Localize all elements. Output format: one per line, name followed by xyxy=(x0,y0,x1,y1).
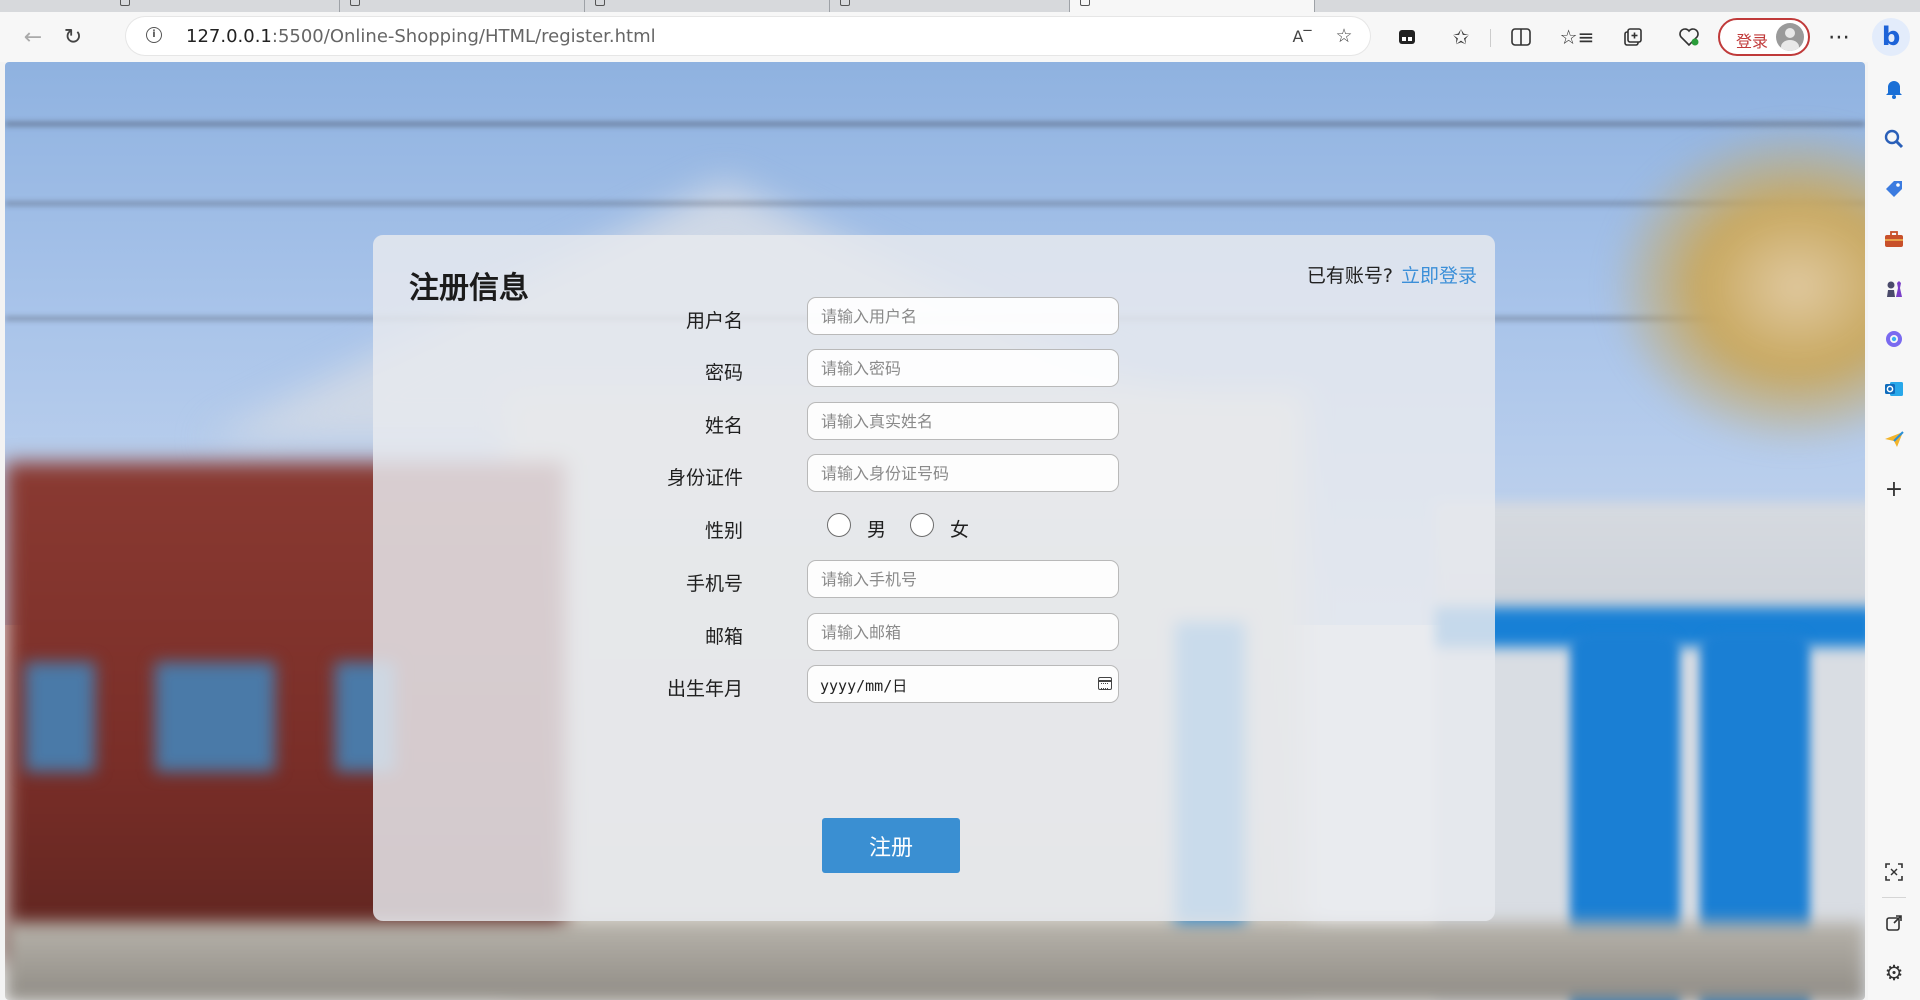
login-link[interactable]: 立即登录 xyxy=(1401,265,1477,287)
read-aloud-icon[interactable]: A‾ xyxy=(1290,24,1314,48)
tab-page-icon xyxy=(595,0,605,6)
browser-tab-active[interactable] xyxy=(1070,0,1315,12)
tab-page-icon xyxy=(120,0,130,6)
form-row-password: 密码 xyxy=(373,349,1495,389)
settings-icon[interactable]: ⚙ xyxy=(1881,960,1907,986)
search-icon[interactable] xyxy=(1881,126,1907,152)
workspace-icon[interactable] xyxy=(1392,22,1422,52)
password-label: 密码 xyxy=(704,362,743,384)
form-row-id-card: 身份证件 xyxy=(373,454,1495,494)
birth-date-value: yyyy/mm/日 xyxy=(820,677,908,695)
favorites-icon[interactable]: ☆≡ xyxy=(1560,22,1595,52)
copilot-icon[interactable] xyxy=(1881,326,1907,352)
name-label: 姓名 xyxy=(704,415,743,437)
gender-radio-group: 男 女 xyxy=(827,511,993,541)
form-row-gender: 性别 男 女 xyxy=(373,507,1495,547)
url-path: :5500/Online-Shopping/HTML/register.html xyxy=(271,26,656,47)
have-account-text: 已有账号? 立即登录 xyxy=(1307,261,1477,288)
gender-option-label: 女 xyxy=(950,519,970,541)
star-icon[interactable]: ☆ xyxy=(1332,24,1356,48)
username-label: 用户名 xyxy=(685,310,743,332)
browser-tab[interactable] xyxy=(830,0,1070,12)
outlook-icon[interactable] xyxy=(1881,376,1907,402)
tab-page-icon xyxy=(1080,0,1090,6)
page-viewport: 注册信息 已有账号?立即登录 用户名 密码 姓名 身份证件 性别 男 xyxy=(5,62,1865,1000)
back-arrow-icon[interactable]: ← xyxy=(18,22,48,52)
birth-date-input[interactable]: yyyy/mm/日 xyxy=(807,665,1119,703)
form-row-name: 姓名 xyxy=(373,402,1495,442)
address-bar[interactable]: i 127.0.0.1:5500/Online-Shopping/HTML/re… xyxy=(126,17,1370,55)
form-row-username: 用户名 xyxy=(373,297,1495,337)
phone-input[interactable] xyxy=(807,560,1119,598)
id-card-label: 身份证件 xyxy=(666,467,743,489)
puzzle-icon[interactable]: ✩ xyxy=(1446,22,1476,52)
collections-icon[interactable] xyxy=(1618,22,1648,52)
address-url[interactable]: 127.0.0.1:5500/Online-Shopping/HTML/regi… xyxy=(186,26,656,47)
bing-icon[interactable]: b xyxy=(1872,18,1910,56)
refresh-icon[interactable]: ↻ xyxy=(58,22,88,52)
chess-icon[interactable] xyxy=(1881,276,1907,302)
browser-tab[interactable] xyxy=(340,0,585,12)
have-account-label: 已有账号? xyxy=(1306,265,1393,287)
form-row-birth: 出生年月 yyyy/mm/日 xyxy=(373,665,1495,705)
screenshot-icon[interactable] xyxy=(1881,859,1907,885)
password-input[interactable] xyxy=(807,349,1119,387)
browser-toolbar: ← ↻ i 127.0.0.1:5500/Online-Shopping/HTM… xyxy=(0,12,1920,62)
gender-radio-female[interactable] xyxy=(910,512,935,537)
phone-label: 手机号 xyxy=(685,573,743,595)
browser-tab[interactable] xyxy=(585,0,830,12)
avatar xyxy=(1776,23,1804,51)
email-input[interactable] xyxy=(807,613,1119,651)
toolbox-icon[interactable] xyxy=(1881,226,1907,252)
site-info-icon[interactable]: i xyxy=(146,27,162,43)
tab-page-icon xyxy=(350,0,360,6)
id-card-input[interactable] xyxy=(807,454,1119,492)
real-name-input[interactable] xyxy=(807,402,1119,440)
calendar-icon[interactable] xyxy=(1098,677,1112,690)
url-host: 127.0.0.1 xyxy=(186,26,272,47)
gender-radio-male[interactable] xyxy=(827,512,851,537)
register-submit-button[interactable]: 注册 xyxy=(822,818,960,873)
form-row-phone: 手机号 xyxy=(373,560,1495,600)
form-row-email: 邮箱 xyxy=(373,613,1495,653)
profile-login-label: 登录 xyxy=(1736,32,1769,51)
heart-pulse-icon[interactable] xyxy=(1674,22,1704,52)
profile-login-button[interactable]: 登录 xyxy=(1718,18,1810,56)
send-icon[interactable] xyxy=(1881,426,1907,452)
email-label: 邮箱 xyxy=(704,626,743,648)
edge-sidebar: + ⚙ xyxy=(1868,62,1920,1000)
more-dots-icon[interactable]: ⋯ xyxy=(1824,22,1854,52)
add-icon[interactable]: + xyxy=(1881,476,1907,502)
tab-strip xyxy=(0,0,1920,12)
gender-label: 性别 xyxy=(704,520,743,542)
tab-page-icon xyxy=(840,0,850,6)
gender-option-label: 男 xyxy=(867,519,887,541)
tag-icon[interactable] xyxy=(1881,176,1907,202)
register-card: 注册信息 已有账号?立即登录 用户名 密码 姓名 身份证件 性别 男 xyxy=(373,235,1495,921)
username-input[interactable] xyxy=(807,297,1119,335)
open-external-icon[interactable] xyxy=(1881,910,1907,936)
browser-tab[interactable] xyxy=(110,0,340,12)
birth-label: 出生年月 xyxy=(666,678,743,700)
split-screen-icon[interactable] xyxy=(1506,22,1536,52)
bell-icon[interactable] xyxy=(1881,76,1907,102)
